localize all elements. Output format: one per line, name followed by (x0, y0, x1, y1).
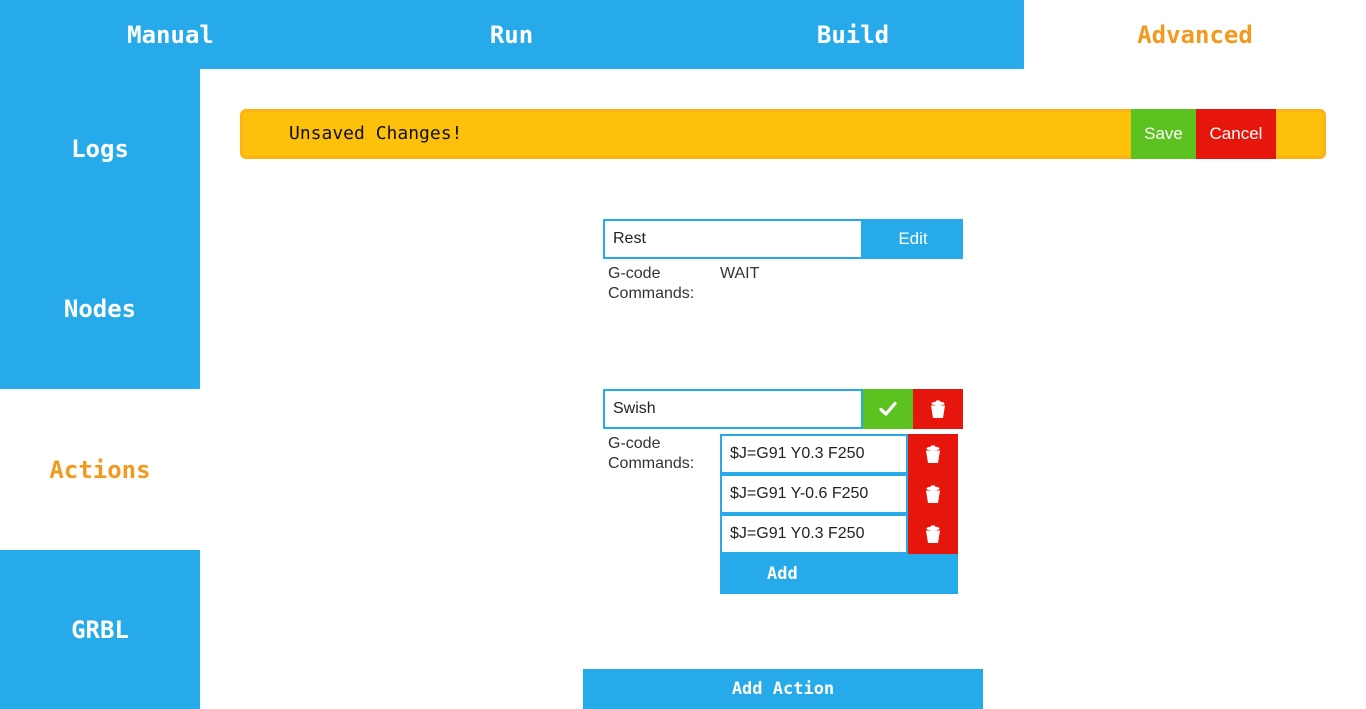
gcode-command-input[interactable]: $J=G91 Y0.3 F250 (720, 514, 908, 554)
edit-button[interactable]: Edit (863, 219, 963, 259)
unsaved-changes-text: Unsaved Changes! (289, 123, 463, 144)
unsaved-changes-banner: Unsaved Changes! Save Cancel (240, 109, 1326, 159)
delete-command-button[interactable] (908, 514, 958, 554)
sidebar-item-nodes[interactable]: Nodes (0, 229, 200, 389)
trash-icon (926, 485, 940, 503)
trash-icon (926, 525, 940, 543)
tab-manual[interactable]: Manual (0, 0, 341, 69)
top-tab-bar: Manual Run Build Advanced (0, 0, 1366, 69)
check-icon (879, 401, 897, 416)
delete-command-button[interactable] (908, 434, 958, 474)
tab-run[interactable]: Run (341, 0, 682, 69)
sidebar-item-grbl[interactable]: GRBL (0, 550, 200, 709)
tab-build[interactable]: Build (682, 0, 1024, 69)
add-command-button[interactable]: Add (720, 554, 958, 594)
gcode-command-input[interactable]: $J=G91 Y-0.6 F250 (720, 474, 908, 514)
trash-icon (926, 445, 940, 463)
delete-action-button[interactable] (913, 389, 963, 429)
gcode-commands-label: G-code Commands: (608, 435, 695, 472)
sidebar-item-logs[interactable]: Logs (0, 69, 200, 229)
tab-advanced[interactable]: Advanced (1024, 0, 1366, 69)
gcode-commands-value: WAIT (720, 265, 760, 282)
action-name-field[interactable]: Rest (603, 219, 863, 259)
delete-command-button[interactable] (908, 474, 958, 514)
add-action-button[interactable]: Add Action (583, 669, 983, 709)
gcode-commands-label: G-code Commands: (608, 265, 695, 302)
trash-icon (931, 400, 945, 418)
sidebar-item-actions[interactable]: Actions (0, 389, 200, 550)
action-name-input[interactable]: Swish (603, 389, 863, 429)
save-button[interactable]: Save (1131, 109, 1196, 159)
confirm-button[interactable] (863, 389, 913, 429)
cancel-button[interactable]: Cancel (1196, 109, 1276, 159)
gcode-command-input[interactable]: $J=G91 Y0.3 F250 (720, 434, 908, 474)
